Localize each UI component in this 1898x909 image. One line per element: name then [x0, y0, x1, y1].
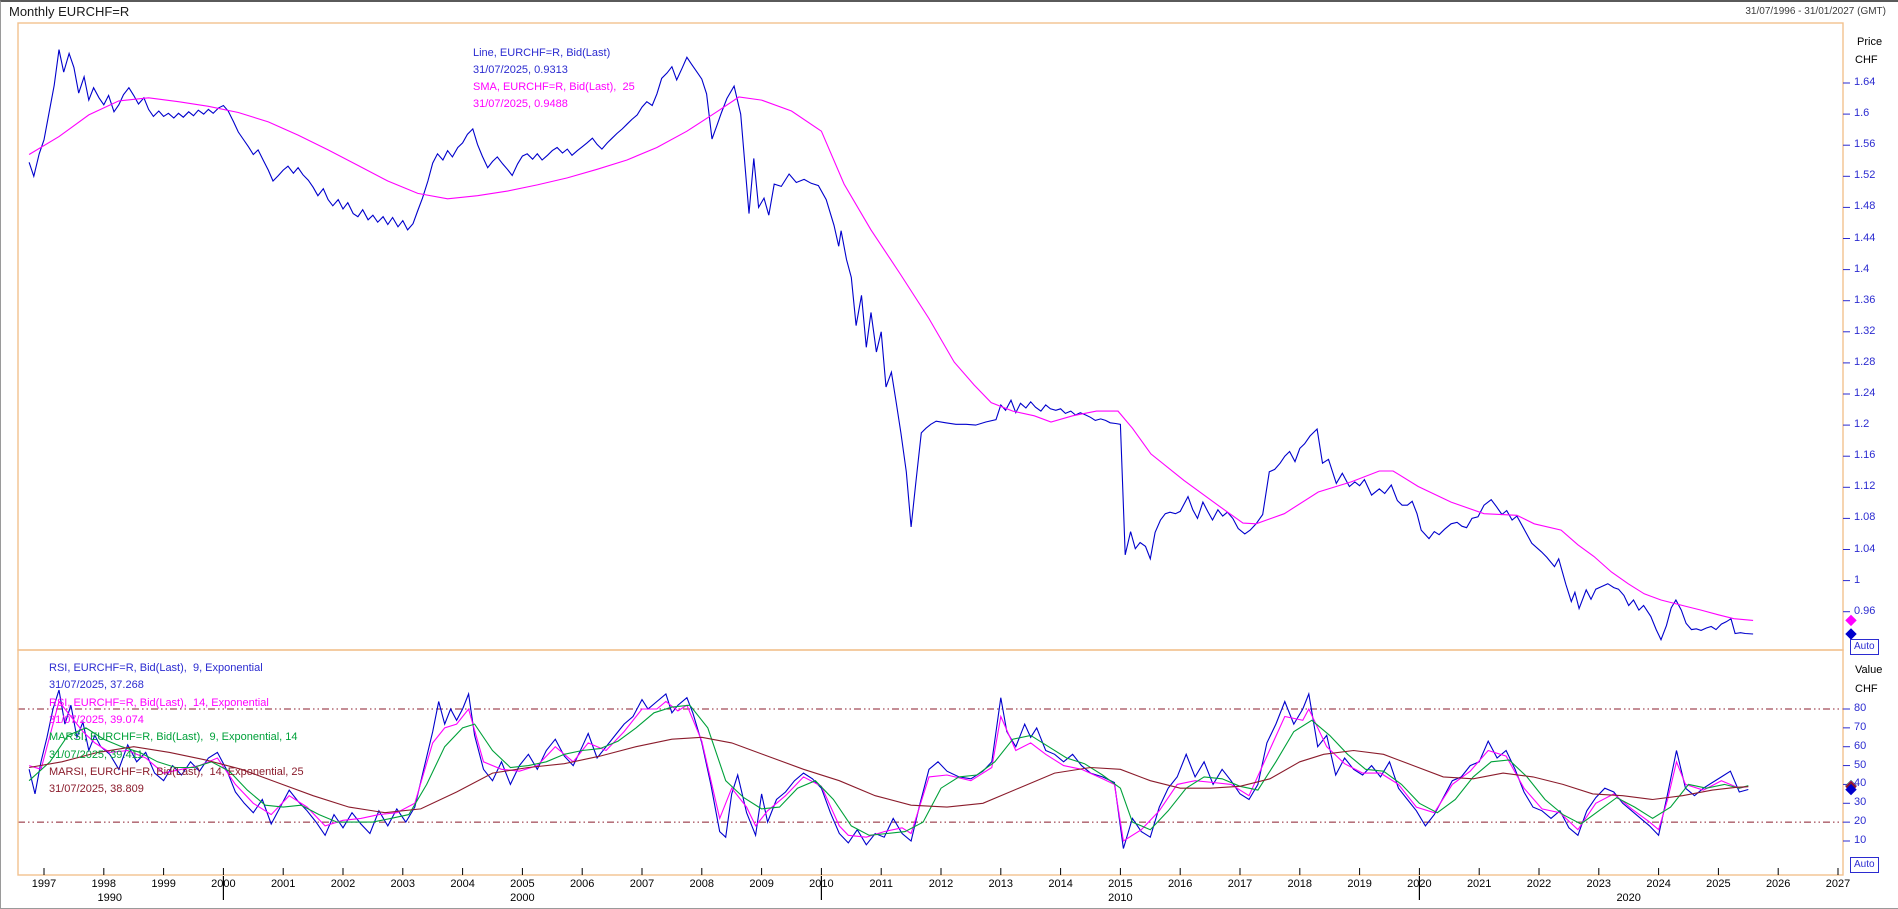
legend-row-main-legend-1: 31/07/2025, 0.9313	[473, 64, 568, 76]
price-tick-label-1.64: 1.64	[1854, 76, 1875, 88]
legend-row-rsi-legend-7: 31/07/2025, 38.809	[49, 783, 144, 795]
year-label-2008: 2008	[680, 878, 724, 890]
legend-row-rsi-legend-4: MARSI, EURCHF=R, Bid(Last), 9, Exponenti…	[49, 731, 298, 743]
price-tick-label-1: 1	[1854, 574, 1860, 586]
year-label-2025: 2025	[1696, 878, 1740, 890]
year-label-2017: 2017	[1218, 878, 1262, 890]
year-label-2010: 2010	[799, 878, 843, 890]
legend-row-main-legend-3: 31/07/2025, 0.9488	[473, 98, 568, 110]
value-tick-label-20: 20	[1854, 815, 1866, 827]
legend-row-main-legend-0: Line, EURCHF=R, Bid(Last)	[473, 47, 610, 59]
price-tick-label-1.44: 1.44	[1854, 232, 1875, 244]
year-label-2003: 2003	[381, 878, 425, 890]
legend-row-main-legend-2: SMA, EURCHF=R, Bid(Last), 25	[473, 81, 635, 93]
legend-row-rsi-legend-5: 31/07/2025, 39.411	[49, 749, 143, 761]
price-tick-label-1.24: 1.24	[1854, 387, 1875, 399]
chart-window: Monthly EURCHF=R 31/07/1996 - 31/01/2027…	[0, 0, 1898, 909]
year-label-2011: 2011	[859, 878, 903, 890]
year-label-2013: 2013	[979, 878, 1023, 890]
year-label-2022: 2022	[1517, 878, 1561, 890]
price-marker-blue	[1846, 629, 1856, 639]
price-tick-label-1.16: 1.16	[1854, 449, 1875, 461]
value-tick-label-40: 40	[1854, 777, 1866, 789]
legend-row-rsi-legend-3: 31/07/2025, 39.074	[49, 714, 144, 726]
year-label-2007: 2007	[620, 878, 664, 890]
year-label-2019: 2019	[1338, 878, 1382, 890]
year-label-2005: 2005	[500, 878, 544, 890]
window-title: Monthly EURCHF=R	[9, 5, 129, 20]
price-panel-border	[18, 23, 1843, 650]
price-tick-label-1.56: 1.56	[1854, 138, 1875, 150]
price-tick-label-1.28: 1.28	[1854, 356, 1875, 368]
price-tick-label-1.32: 1.32	[1854, 325, 1875, 337]
value-tick-label-30: 30	[1854, 796, 1866, 808]
date-range-label: 31/07/1996 - 31/01/2027 (GMT)	[1745, 6, 1886, 18]
year-label-2000: 2000	[201, 878, 245, 890]
price-tick-label-1.36: 1.36	[1854, 294, 1875, 306]
price-tick-label-1.12: 1.12	[1854, 480, 1875, 492]
decade-label-2020: 2020	[1607, 892, 1651, 904]
rsi-panel-border	[18, 650, 1843, 875]
price-tick-label-1.08: 1.08	[1854, 511, 1875, 523]
year-label-2009: 2009	[740, 878, 784, 890]
price-tick-label-1.04: 1.04	[1854, 543, 1875, 555]
year-label-2001: 2001	[261, 878, 305, 890]
year-label-2021: 2021	[1457, 878, 1501, 890]
year-label-2027: 2027	[1816, 878, 1860, 890]
price-tick-label-1.6: 1.6	[1854, 107, 1869, 119]
year-label-2024: 2024	[1637, 878, 1681, 890]
year-label-2004: 2004	[441, 878, 485, 890]
year-label-2018: 2018	[1278, 878, 1322, 890]
year-label-2016: 2016	[1158, 878, 1202, 890]
price-tick-label-0.96: 0.96	[1854, 605, 1875, 617]
year-label-2023: 2023	[1577, 878, 1621, 890]
value-tick-label-70: 70	[1854, 721, 1866, 733]
decade-label-2000: 2000	[500, 892, 544, 904]
year-label-2014: 2014	[1039, 878, 1083, 890]
price-tick-label-1.4: 1.4	[1854, 263, 1869, 275]
decade-label-2010: 2010	[1098, 892, 1142, 904]
decade-label-1990: 1990	[88, 892, 132, 904]
year-label-1999: 1999	[142, 878, 186, 890]
year-label-2002: 2002	[321, 878, 365, 890]
year-label-2020: 2020	[1397, 878, 1441, 890]
year-label-2026: 2026	[1756, 878, 1800, 890]
value-tick-label-10: 10	[1854, 834, 1866, 846]
legend-row-rsi-legend-2: RSI, EURCHF=R, Bid(Last), 14, Exponentia…	[49, 697, 269, 709]
price-tick-label-1.48: 1.48	[1854, 200, 1875, 212]
value-tick-label-60: 60	[1854, 740, 1866, 752]
series-sma-magenta	[29, 97, 1753, 620]
price-tick-label-1.2: 1.2	[1854, 418, 1869, 430]
price-axis-auto-button[interactable]: Auto	[1850, 639, 1879, 655]
value-axis-unit: CHF	[1855, 683, 1878, 695]
price-axis-title: Price	[1857, 36, 1882, 48]
price-axis-unit: CHF	[1855, 54, 1878, 66]
year-label-2006: 2006	[560, 878, 604, 890]
year-label-2012: 2012	[919, 878, 963, 890]
price-tick-label-1.52: 1.52	[1854, 169, 1875, 181]
legend-row-rsi-legend-1: 31/07/2025, 37.268	[49, 679, 144, 691]
time-axis-auto-button[interactable]: Auto	[1850, 857, 1879, 873]
legend-row-rsi-legend-6: MARSI, EURCHF=R, Bid(Last), 14, Exponent…	[49, 766, 304, 778]
value-tick-label-50: 50	[1854, 759, 1866, 771]
year-label-2015: 2015	[1098, 878, 1142, 890]
year-label-1998: 1998	[82, 878, 126, 890]
series-line-blue	[29, 50, 1753, 640]
value-axis-title: Value	[1855, 664, 1882, 676]
year-label-1997: 1997	[22, 878, 66, 890]
value-tick-label-80: 80	[1854, 702, 1866, 714]
price-marker-magenta	[1846, 615, 1856, 625]
legend-row-rsi-legend-0: RSI, EURCHF=R, Bid(Last), 9, Exponential	[49, 662, 263, 674]
